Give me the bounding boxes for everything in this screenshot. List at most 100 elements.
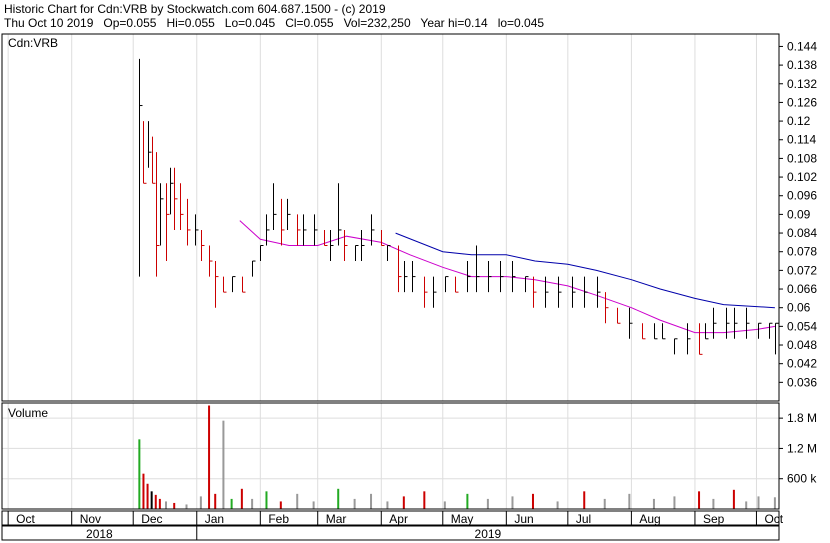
- price-tick-label: 0.138: [787, 58, 817, 72]
- price-bar: [713, 307, 717, 339]
- price-bar: [769, 322, 773, 339]
- price-bar: [209, 245, 213, 277]
- price-bar: [187, 198, 191, 246]
- volume-bar: [773, 497, 776, 509]
- price-bar: [424, 276, 428, 308]
- price-bar: [344, 229, 348, 262]
- volume-bar: [511, 496, 514, 509]
- price-bar: [355, 244, 359, 262]
- price-bar: [252, 260, 256, 277]
- price-bar: [476, 245, 480, 293]
- volume-bar: [142, 473, 145, 509]
- price-bar: [674, 338, 678, 355]
- price-tick-label: 0.084: [787, 226, 817, 240]
- volume-bar: [138, 439, 141, 509]
- price-bar: [148, 121, 152, 168]
- price-tick-label: 0.12: [787, 114, 811, 128]
- price-bar: [545, 276, 549, 308]
- volume-bar: [423, 491, 426, 509]
- volume-bar: [673, 496, 676, 509]
- price-bar: [412, 261, 416, 293]
- volume-bar: [208, 405, 211, 509]
- price-bar: [687, 323, 691, 355]
- month-label: Dec: [141, 512, 162, 526]
- price-bar: [488, 261, 492, 293]
- price-bar: [605, 292, 609, 324]
- price-bar: [398, 245, 402, 293]
- volume-bar: [150, 491, 153, 509]
- volume-bar: [712, 498, 715, 509]
- volume-bar: [240, 488, 243, 509]
- volume-bar: [214, 493, 217, 509]
- volume-panel-frame: [1, 402, 780, 510]
- price-tick-label: 0.102: [787, 170, 817, 184]
- price-bar: [180, 183, 184, 230]
- volume-bar: [199, 496, 202, 509]
- price-bar: [584, 276, 588, 308]
- price-bar: [387, 244, 391, 262]
- price-bar: [699, 323, 703, 355]
- price-bar: [160, 183, 164, 246]
- price-bar: [572, 276, 576, 308]
- volume-bar: [265, 491, 268, 509]
- price-bar: [139, 58, 143, 277]
- price-tick-label: 0.036: [787, 375, 817, 389]
- price-tick-label: 0.042: [787, 357, 817, 371]
- month-label: Oct: [16, 512, 35, 526]
- price-bar: [746, 307, 750, 339]
- volume-bar: [443, 501, 446, 509]
- price-bar: [232, 276, 236, 293]
- price-tick-label: 0.114: [787, 133, 816, 147]
- price-bar: [338, 183, 342, 246]
- year-label: 2019: [475, 527, 502, 541]
- price-bar: [705, 323, 709, 340]
- price-tick-label: 0.06: [787, 301, 811, 315]
- price-tick-label: 0.132: [787, 77, 817, 91]
- volume-bar: [230, 498, 233, 509]
- price-tick-label: 0.078: [787, 245, 817, 259]
- volume-bar: [698, 491, 701, 509]
- volume-bar: [173, 502, 176, 509]
- price-bar: [314, 214, 318, 246]
- price-tick-label: 0.09: [787, 207, 811, 221]
- price-bar: [201, 229, 205, 262]
- volume-bar: [337, 488, 340, 509]
- month-label: Nov: [80, 512, 101, 526]
- volume-bar: [628, 493, 631, 509]
- price-bar: [467, 261, 471, 293]
- price-bar: [260, 244, 264, 262]
- price-bar: [654, 323, 658, 340]
- volume-bar: [279, 501, 282, 509]
- price-tick-label: 0.066: [787, 282, 817, 296]
- price-bar: [361, 229, 365, 262]
- volume-bar: [732, 489, 735, 509]
- stock-chart: 0.144 0.138 0.132 0.126 0.12 0.114 0.108 0.102 0…: [1, 33, 817, 541]
- price-bar: [152, 136, 156, 184]
- month-label: May: [451, 512, 474, 526]
- volume-tick-label: 600 k: [787, 472, 817, 486]
- price-tick-label: 0.054: [787, 319, 817, 333]
- price-bar: [433, 276, 437, 308]
- price-bar: [143, 121, 147, 184]
- price-bar: [455, 276, 459, 293]
- price-bar: [297, 214, 301, 246]
- price-bar: [166, 183, 170, 262]
- volume-tick-label: 1.2 M: [787, 441, 817, 455]
- year-label: 2018: [86, 527, 113, 541]
- month-label: Apr: [389, 512, 408, 526]
- volume-bar: [370, 493, 373, 509]
- price-bar: [281, 198, 285, 246]
- volume-bar: [386, 501, 389, 509]
- price-panel-label: Cdn:VRB: [8, 36, 58, 50]
- month-label: Aug: [639, 512, 660, 526]
- price-bar: [242, 276, 246, 293]
- price-tick-label: 0.096: [787, 189, 817, 203]
- volume-bar: [486, 498, 489, 509]
- volume-bar: [402, 496, 405, 509]
- price-bar: [174, 167, 178, 230]
- price-bar: [303, 214, 307, 246]
- month-label: Jan: [205, 512, 224, 526]
- price-bar: [775, 322, 779, 355]
- volume-bar: [556, 501, 559, 509]
- price-bar: [642, 323, 646, 340]
